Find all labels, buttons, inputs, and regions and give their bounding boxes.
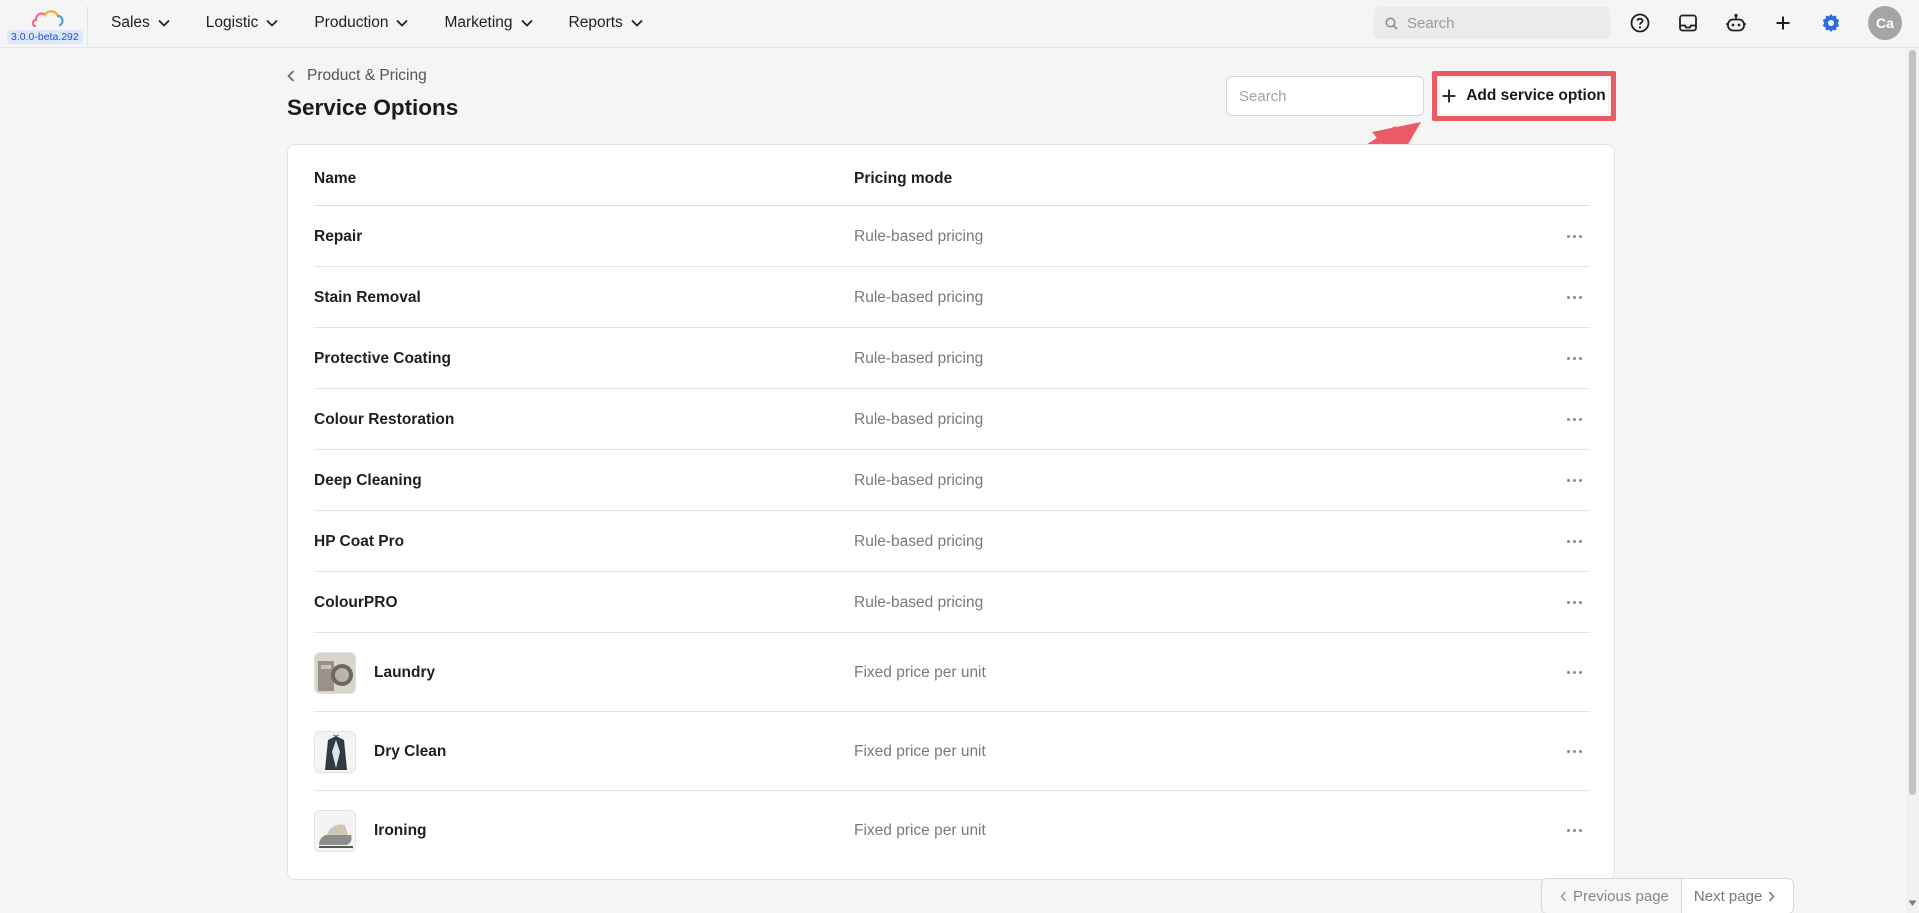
column-header-pricing-mode[interactable]: Pricing mode — [854, 170, 952, 188]
chevron-left-icon — [287, 70, 295, 82]
table-header: Name Pricing mode — [314, 145, 1590, 206]
more-options-icon[interactable] — [1562, 412, 1586, 428]
nav-item-label: Logistic — [205, 14, 259, 31]
previous-page-label: Previous page — [1573, 887, 1669, 905]
pricing-mode: Rule-based pricing — [854, 593, 984, 611]
iron-image — [314, 809, 356, 852]
nav-item-logistic[interactable]: Logistic — [206, 14, 279, 32]
table-row[interactable]: Deep Cleaning Rule-based pricing — [314, 450, 1590, 511]
table-row[interactable]: Ironing Fixed price per unit — [314, 791, 1590, 870]
pricing-mode: Rule-based pricing — [854, 288, 984, 306]
scroll-down-arrow-icon[interactable] — [1908, 900, 1917, 907]
gear-icon[interactable] — [1819, 11, 1843, 35]
more-options-icon[interactable] — [1562, 744, 1586, 760]
top-bar: 3.0.0-beta.292 Sales Logistic Production… — [0, 0, 1919, 48]
pricing-mode: Rule-based pricing — [854, 471, 984, 489]
global-search-input[interactable] — [1407, 14, 1597, 32]
nav-item-marketing[interactable]: Marketing — [444, 14, 533, 32]
service-name: HP Coat Pro — [314, 532, 405, 550]
nav-item-label: Sales — [111, 14, 150, 31]
brand-logo-icon — [31, 10, 64, 28]
logo-area[interactable]: 3.0.0-beta.292 — [4, 6, 88, 46]
search-icon — [1385, 17, 1398, 30]
pricing-mode: Fixed price per unit — [854, 821, 986, 839]
plus-icon — [1442, 89, 1456, 103]
chevron-down-icon — [158, 19, 170, 27]
nav-item-sales[interactable]: Sales — [111, 14, 170, 32]
table-row[interactable]: Dry Clean Fixed price per unit — [314, 712, 1590, 791]
inbox-icon[interactable] — [1676, 11, 1700, 35]
table-row[interactable]: Stain Removal Rule-based pricing — [314, 267, 1590, 328]
service-name: Dry Clean — [374, 742, 447, 760]
more-options-icon[interactable] — [1562, 534, 1586, 550]
page-scrollbar[interactable] — [1906, 48, 1919, 913]
main-nav: Sales Logistic Production Marketing Repo… — [111, 0, 679, 46]
chevron-right-icon — [1769, 891, 1775, 901]
table-row[interactable]: Repair Rule-based pricing — [314, 206, 1590, 267]
nav-item-label: Production — [314, 14, 389, 31]
global-search[interactable] — [1374, 7, 1610, 39]
add-service-option-button[interactable]: Add service option — [1440, 79, 1608, 113]
breadcrumb-back[interactable]: Product & Pricing — [287, 67, 427, 85]
service-name: Deep Cleaning — [314, 471, 422, 489]
service-name: Ironing — [374, 821, 427, 839]
version-badge: 3.0.0-beta.292 — [7, 30, 83, 44]
chevron-down-icon — [520, 19, 533, 27]
service-name: Repair — [314, 227, 363, 245]
pricing-mode: Rule-based pricing — [854, 227, 984, 245]
nav-item-reports[interactable]: Reports — [569, 14, 643, 32]
pricing-mode: Rule-based pricing — [854, 349, 984, 367]
pricing-mode: Rule-based pricing — [854, 532, 984, 550]
breadcrumb-label: Product & Pricing — [307, 67, 427, 84]
more-options-icon[interactable] — [1562, 351, 1586, 367]
chevron-down-icon — [396, 19, 409, 27]
table-row[interactable]: ColourPRO Rule-based pricing — [314, 572, 1590, 633]
more-options-icon[interactable] — [1562, 665, 1586, 681]
table-row[interactable]: Laundry Fixed price per unit — [314, 633, 1590, 712]
help-icon[interactable] — [1628, 11, 1652, 35]
table-row[interactable]: HP Coat Pro Rule-based pricing — [314, 511, 1590, 572]
plus-icon[interactable] — [1771, 11, 1795, 35]
robot-icon[interactable] — [1724, 11, 1748, 35]
chevron-down-icon — [631, 19, 643, 27]
more-options-icon[interactable] — [1562, 229, 1586, 245]
chevron-down-icon — [266, 19, 278, 27]
user-avatar[interactable]: Ca — [1868, 6, 1902, 40]
table-row[interactable]: Protective Coating Rule-based pricing — [314, 328, 1590, 389]
pagination: Previous page Next page — [1541, 878, 1795, 913]
column-header-name[interactable]: Name — [314, 170, 356, 188]
chevron-left-icon — [1560, 891, 1567, 901]
table-row[interactable]: Colour Restoration Rule-based pricing — [314, 389, 1590, 450]
service-search-input[interactable] — [1226, 76, 1424, 116]
service-name: Stain Removal — [314, 288, 421, 306]
nav-item-production[interactable]: Production — [314, 14, 409, 32]
next-page-button[interactable]: Next page — [1680, 879, 1794, 913]
pricing-mode: Fixed price per unit — [854, 663, 986, 681]
service-name: ColourPRO — [314, 593, 398, 611]
more-options-icon[interactable] — [1562, 473, 1586, 489]
next-page-label: Next page — [1693, 887, 1763, 905]
service-options-table: Name Pricing mode Repair Rule-based prici… — [287, 144, 1615, 880]
nav-item-label: Reports — [568, 14, 623, 31]
more-options-icon[interactable] — [1562, 595, 1586, 611]
service-name: Laundry — [374, 663, 436, 681]
more-options-icon[interactable] — [1562, 823, 1586, 839]
service-name: Colour Restoration — [314, 410, 455, 428]
laundry-image — [314, 651, 356, 694]
service-name: Protective Coating — [314, 349, 451, 367]
pricing-mode: Rule-based pricing — [854, 410, 984, 428]
add-button-label: Add service option — [1466, 87, 1606, 104]
more-options-icon[interactable] — [1562, 290, 1586, 306]
suit-image — [314, 730, 356, 773]
nav-item-label: Marketing — [444, 14, 513, 31]
pricing-mode: Fixed price per unit — [854, 742, 986, 760]
page-title: Service Options — [287, 95, 459, 120]
previous-page-button[interactable]: Previous page — [1542, 879, 1681, 913]
scrollbar-thumb[interactable] — [1909, 50, 1916, 795]
